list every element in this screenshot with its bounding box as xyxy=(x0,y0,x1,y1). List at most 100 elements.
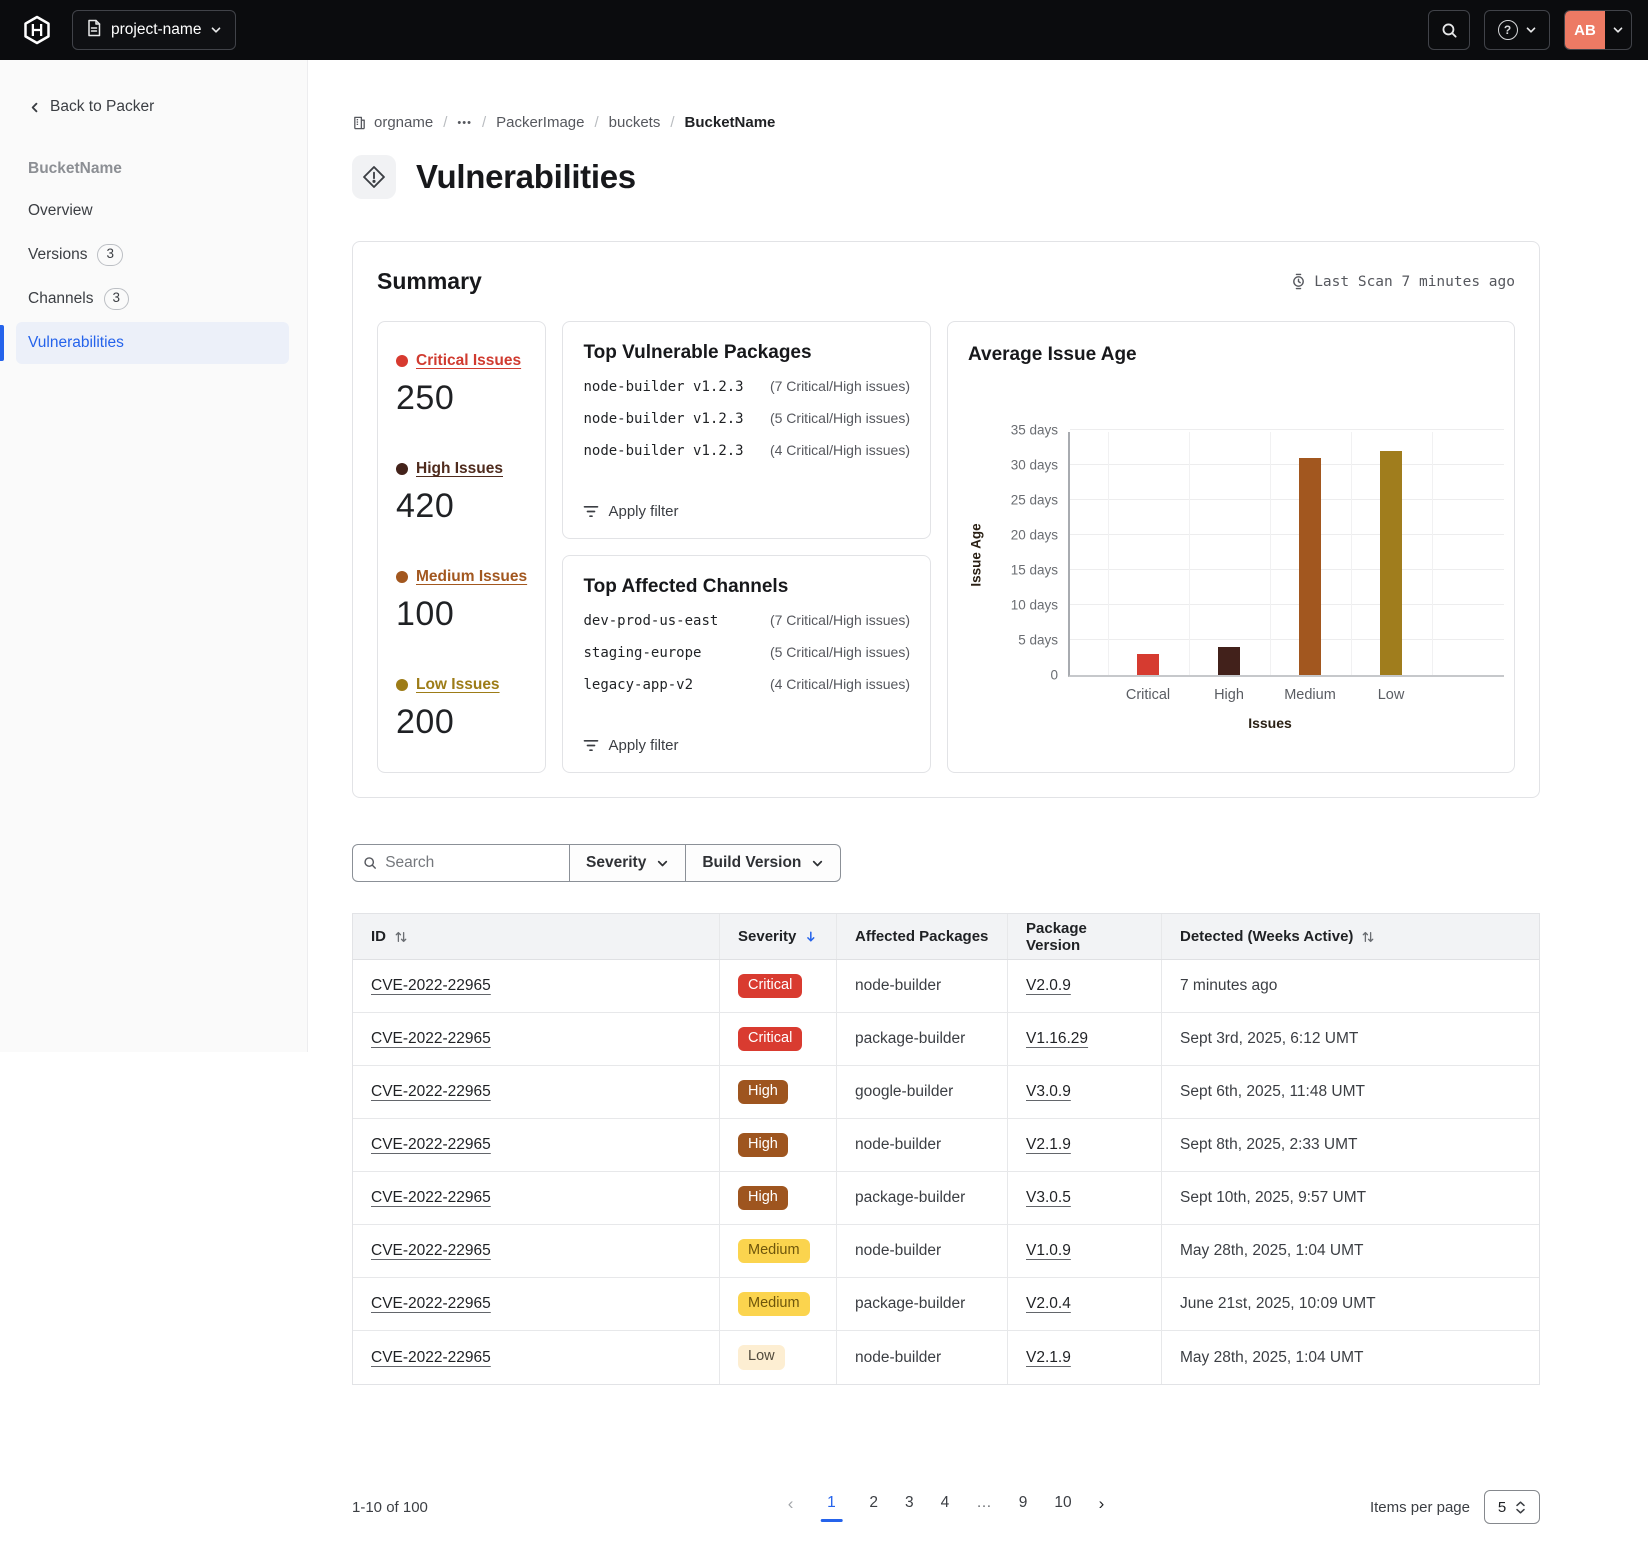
next-page-button[interactable]: › xyxy=(1099,1492,1105,1516)
breadcrumb-item[interactable]: orgname xyxy=(352,114,433,131)
cve-link[interactable]: CVE-2022-22965 xyxy=(371,1030,491,1048)
cell-severity: Low xyxy=(719,1331,836,1384)
items-per-page-select[interactable]: 5 xyxy=(1484,1490,1540,1524)
cell-detected: Sept 10th, 2025, 9:57 UMT xyxy=(1161,1172,1539,1224)
package-version-link[interactable]: V2.0.4 xyxy=(1026,1295,1071,1313)
severity-badge: High xyxy=(738,1186,788,1211)
cve-link[interactable]: CVE-2022-22965 xyxy=(371,1349,491,1367)
severity-dot-icon xyxy=(396,679,408,691)
stat-label-link[interactable]: Medium Issues xyxy=(416,568,527,586)
sidebar-item-overview[interactable]: Overview xyxy=(16,190,289,232)
stat-label-link[interactable]: Critical Issues xyxy=(416,352,521,370)
package-version-link[interactable]: V3.0.9 xyxy=(1026,1083,1071,1101)
package-version-link[interactable]: V3.0.5 xyxy=(1026,1189,1071,1207)
breadcrumb-current: BucketName xyxy=(685,114,776,131)
cve-link[interactable]: CVE-2022-22965 xyxy=(371,1295,491,1313)
cve-link[interactable]: CVE-2022-22965 xyxy=(371,1189,491,1207)
previous-page-button[interactable]: ‹ xyxy=(788,1492,794,1516)
sidebar-item-versions[interactable]: Versions3 xyxy=(16,234,289,276)
cve-link[interactable]: CVE-2022-22965 xyxy=(371,977,491,995)
search-field xyxy=(352,844,570,882)
x-axis-tick: High xyxy=(1214,687,1244,703)
stat-label-row: Critical Issues xyxy=(396,352,527,370)
package-version-link[interactable]: V2.0.9 xyxy=(1026,977,1071,995)
sidebar-item-vulnerabilities[interactable]: Vulnerabilities xyxy=(16,322,289,364)
search-input[interactable] xyxy=(385,854,559,872)
y-axis-tick: 0 xyxy=(1050,668,1058,683)
breadcrumb-item[interactable]: buckets xyxy=(609,114,661,131)
cve-link[interactable]: CVE-2022-22965 xyxy=(371,1242,491,1260)
chevron-down-icon xyxy=(811,857,824,870)
app-root: project-name ? AB Back to Packer Buc xyxy=(0,0,1648,1552)
sidebar-item-channels[interactable]: Channels3 xyxy=(16,278,289,320)
column-label: Detected (Weeks Active) xyxy=(1180,928,1353,945)
page-number-4[interactable]: 4 xyxy=(941,1492,950,1514)
gridline xyxy=(1070,499,1504,500)
build-version-filter-dropdown[interactable]: Build Version xyxy=(686,844,841,882)
summary-head: Summary Last Scan 7 minutes ago xyxy=(377,268,1515,295)
column-header-severity[interactable]: Severity xyxy=(719,914,836,959)
back-to-packer-link[interactable]: Back to Packer xyxy=(0,60,307,116)
stat-label-row: Low Issues xyxy=(396,676,527,694)
package-version-link[interactable]: V2.1.9 xyxy=(1026,1136,1071,1154)
page-number-label: 4 xyxy=(941,1492,950,1514)
item-name: node-builder v1.2.3 xyxy=(583,443,743,459)
breadcrumb-item[interactable]: PackerImage xyxy=(496,114,584,131)
page-number-1[interactable]: 1 xyxy=(820,1492,842,1523)
bar-critical xyxy=(1137,654,1159,675)
severity-filter-dropdown[interactable]: Severity xyxy=(570,844,686,882)
column-header-id[interactable]: ID xyxy=(353,914,719,959)
stat-label-link[interactable]: High Issues xyxy=(416,460,503,478)
stat-label-link[interactable]: Low Issues xyxy=(416,676,500,694)
user-menu-button[interactable]: AB xyxy=(1564,10,1632,50)
page-number-9[interactable]: 9 xyxy=(1019,1492,1028,1514)
cell-affected-package: node-builder xyxy=(836,1225,1007,1277)
breadcrumb-ellipsis[interactable]: ••• xyxy=(457,117,472,129)
hashicorp-logo-icon[interactable] xyxy=(20,13,54,47)
cell-package-version: V3.0.9 xyxy=(1007,1066,1161,1118)
gridline xyxy=(1351,432,1352,675)
search-button[interactable] xyxy=(1428,10,1470,50)
filter-icon xyxy=(583,505,599,518)
project-selector-button[interactable]: project-name xyxy=(72,10,236,50)
table-row: CVE-2022-22965Criticalpackage-builderV1.… xyxy=(353,1013,1539,1066)
cve-link[interactable]: CVE-2022-22965 xyxy=(371,1083,491,1101)
select-chevrons-icon xyxy=(1515,1500,1526,1515)
chart-plot-area: 05 days10 days15 days20 days25 days30 da… xyxy=(1068,432,1504,677)
sidebar-item-label: Overview xyxy=(28,202,93,220)
cell-detected: 7 minutes ago xyxy=(1161,960,1539,1012)
column-header-package-version[interactable]: Package Version xyxy=(1007,914,1161,959)
breadcrumb-separator: / xyxy=(482,114,486,131)
list-item: dev-prod-us-east(7 Critical/High issues) xyxy=(583,612,910,629)
package-version-link[interactable]: V2.1.9 xyxy=(1026,1349,1071,1367)
sidebar: Back to Packer BucketName OverviewVersio… xyxy=(0,60,308,1052)
gridline xyxy=(1070,464,1504,465)
table-row: CVE-2022-22965Highgoogle-builderV3.0.9Se… xyxy=(353,1066,1539,1119)
bar-chart: Issue Age 05 days10 days15 days20 days25… xyxy=(1068,432,1504,677)
column-header-affected-packages[interactable]: Affected Packages xyxy=(836,914,1007,959)
apply-filter-packages-button[interactable]: Apply filter xyxy=(583,489,910,520)
cve-link[interactable]: CVE-2022-22965 xyxy=(371,1136,491,1154)
bar-high xyxy=(1218,647,1240,675)
chart-x-axis-label: Issues xyxy=(1248,715,1292,731)
package-version-link[interactable]: V1.0.9 xyxy=(1026,1242,1071,1260)
bar-low xyxy=(1380,451,1402,675)
table-filter-bar: Severity Build Version xyxy=(352,844,1540,882)
topbar-right: ? AB xyxy=(1428,10,1632,50)
page-number-3[interactable]: 3 xyxy=(905,1492,914,1514)
severity-badge: Critical xyxy=(738,1027,802,1052)
table-header: IDSeverityAffected PackagesPackage Versi… xyxy=(353,914,1539,960)
page-number-2[interactable]: 2 xyxy=(869,1492,878,1514)
main-content: orgname/•••/PackerImage/buckets/BucketNa… xyxy=(308,60,1648,1529)
cell-id: CVE-2022-22965 xyxy=(353,1172,719,1224)
help-menu-button[interactable]: ? xyxy=(1484,10,1550,50)
item-name: node-builder v1.2.3 xyxy=(583,411,743,427)
apply-filter-channels-button[interactable]: Apply filter xyxy=(583,723,910,754)
page-number-10[interactable]: 10 xyxy=(1054,1492,1071,1514)
package-version-link[interactable]: V1.16.29 xyxy=(1026,1030,1088,1048)
cell-package-version: V2.0.9 xyxy=(1007,960,1161,1012)
y-axis-tick: 20 days xyxy=(1011,528,1058,543)
item-issue-count: (4 Critical/High issues) xyxy=(770,676,910,692)
column-header-detected-weeks-active-[interactable]: Detected (Weeks Active) xyxy=(1161,914,1539,959)
count-badge: 3 xyxy=(97,244,123,265)
